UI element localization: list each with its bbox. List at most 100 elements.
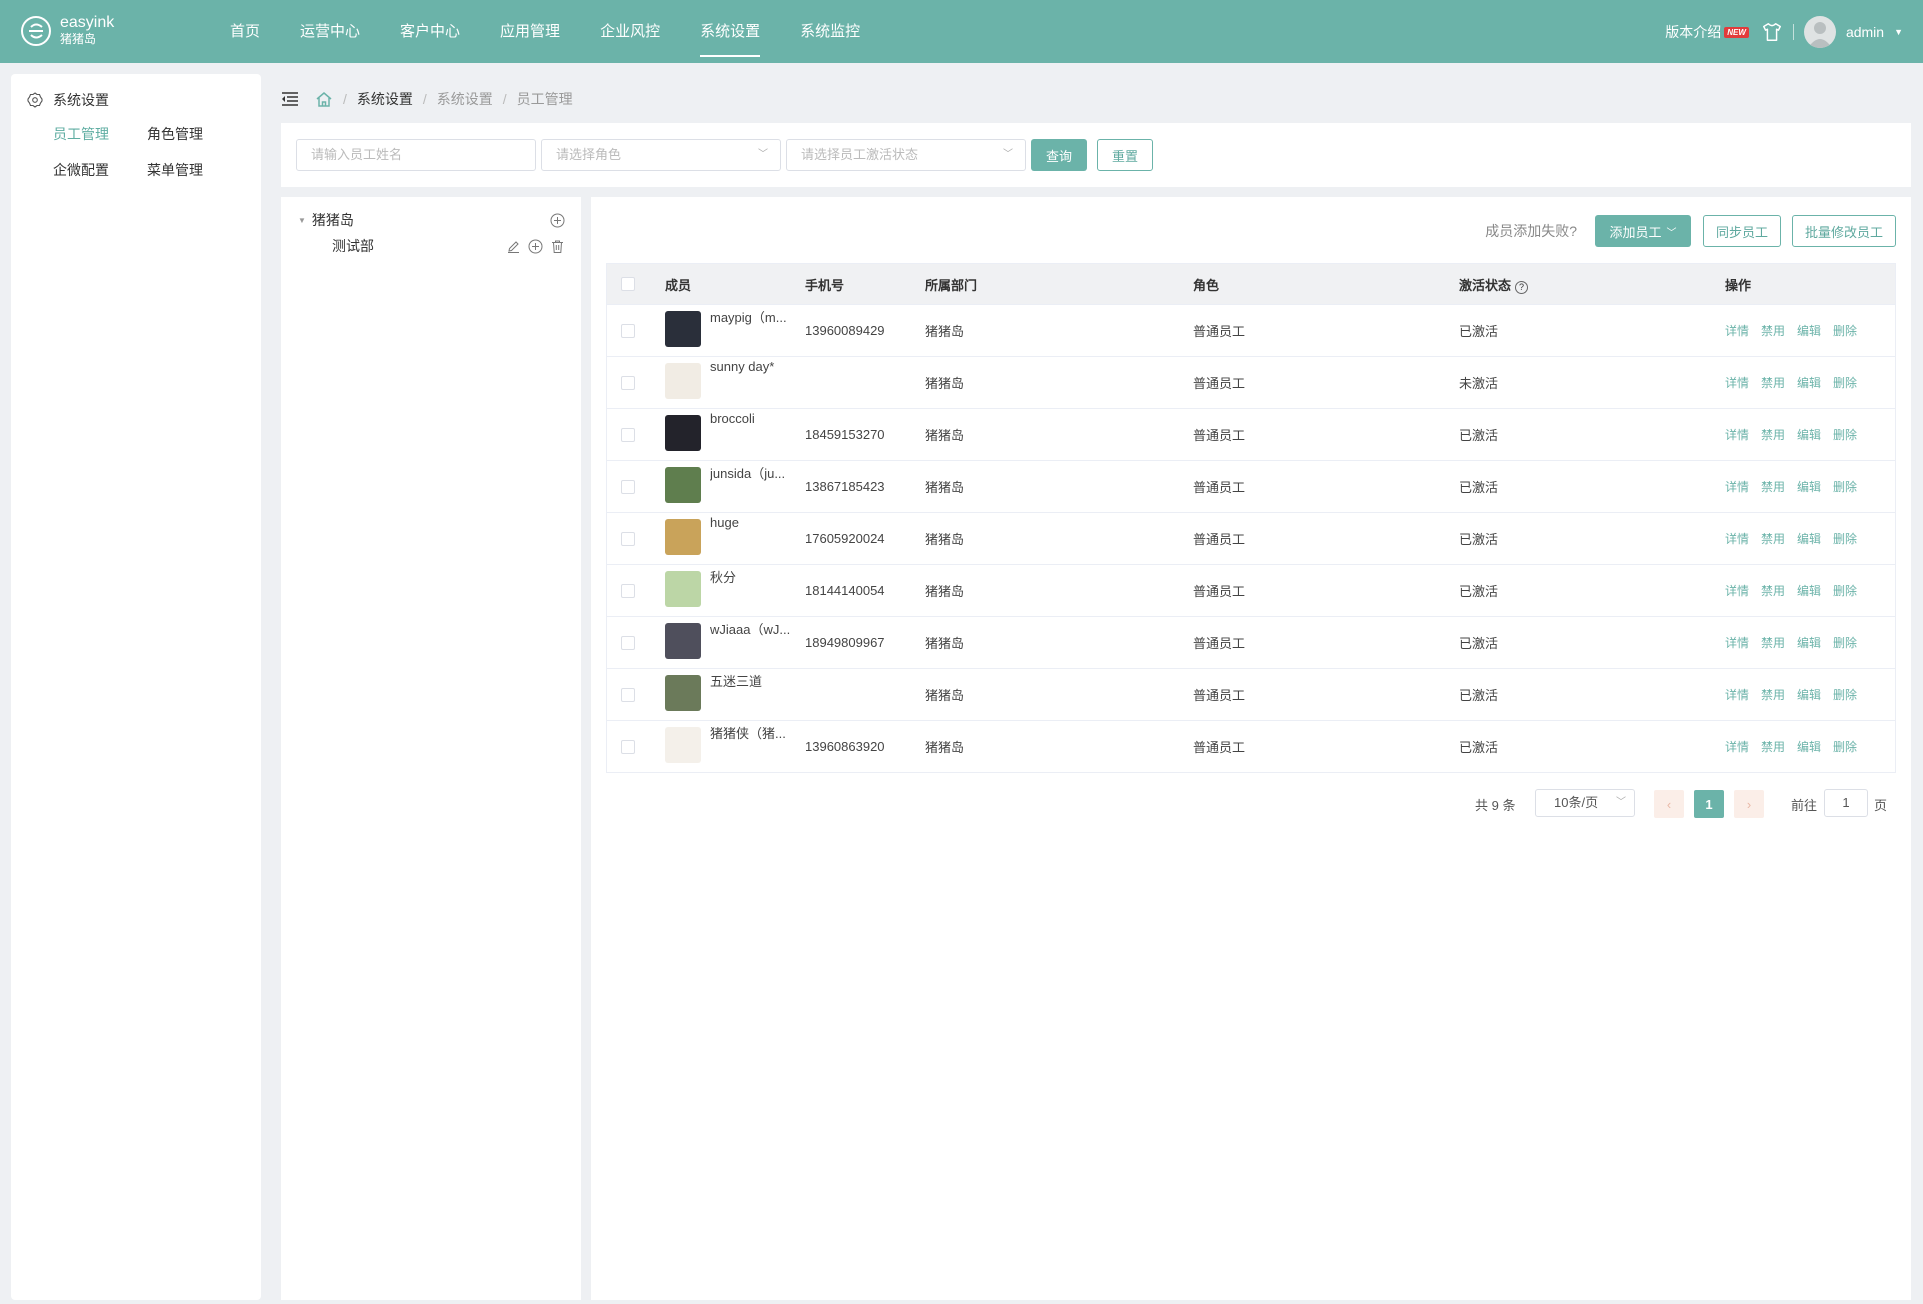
tree-node-label: 猪猪岛 [311, 212, 354, 228]
delete-link[interactable]: 删除 [1833, 374, 1857, 391]
user-avatar[interactable] [1803, 15, 1836, 48]
detail-link[interactable]: 详情 [1725, 530, 1749, 547]
sidebar-section-title[interactable]: 系统设置 [27, 90, 109, 110]
add-staff-button[interactable]: 添加员工 ﹀ [1595, 215, 1691, 247]
disable-link[interactable]: 禁用 [1761, 426, 1785, 443]
detail-link[interactable]: 详情 [1725, 738, 1749, 755]
row-checkbox[interactable] [621, 583, 635, 598]
role-select[interactable]: 请选择角色 ﹀ [541, 139, 781, 171]
breadcrumb-item[interactable]: 系统设置 [357, 89, 413, 109]
sidebar-item-staff[interactable]: 员工管理 [53, 124, 147, 144]
add-staff-label: 添加员工 [1609, 224, 1662, 240]
select-all-checkbox[interactable] [621, 277, 635, 291]
delete-link[interactable]: 删除 [1833, 738, 1857, 755]
theme-shirt-icon[interactable] [1761, 21, 1783, 43]
batch-edit-staff-button[interactable]: 批量修改员工 [1792, 215, 1896, 247]
add-failed-help-link[interactable]: 成员添加失败? [1485, 221, 1577, 241]
nav-apps[interactable]: 应用管理 [500, 0, 560, 63]
prev-page-button[interactable]: ‹ [1654, 790, 1684, 818]
role-cell: 普通员工 [1193, 740, 1246, 755]
nav-monitor[interactable]: 系统监控 [800, 0, 860, 63]
row-checkbox[interactable] [621, 739, 635, 754]
member-name: huge [710, 514, 739, 530]
sync-staff-button[interactable]: 同步员工 [1703, 215, 1781, 247]
row-checkbox[interactable] [621, 479, 635, 494]
edit-link[interactable]: 编辑 [1797, 582, 1821, 599]
detail-link[interactable]: 详情 [1725, 478, 1749, 495]
delete-link[interactable]: 删除 [1833, 322, 1857, 339]
status-cell: 已激活 [1459, 584, 1499, 599]
row-checkbox[interactable] [621, 323, 635, 338]
tree-node-root[interactable]: ▼ 猪猪岛 [281, 208, 581, 232]
nav-home[interactable]: 首页 [230, 0, 260, 63]
delete-link[interactable]: 删除 [1833, 478, 1857, 495]
edit-link[interactable]: 编辑 [1797, 322, 1821, 339]
logo[interactable]: easyink 猪猪岛 [20, 12, 114, 50]
detail-link[interactable]: 详情 [1725, 686, 1749, 703]
phone-cell: 13960089429 [805, 323, 885, 338]
row-checkbox[interactable] [621, 375, 635, 390]
disable-link[interactable]: 禁用 [1761, 322, 1785, 339]
nav-operations[interactable]: 运营中心 [300, 0, 360, 63]
disable-link[interactable]: 禁用 [1761, 634, 1785, 651]
collapse-menu-icon[interactable] [281, 91, 299, 107]
row-checkbox[interactable] [621, 635, 635, 650]
next-page-button[interactable]: › [1734, 790, 1764, 818]
disable-link[interactable]: 禁用 [1761, 738, 1785, 755]
delete-link[interactable]: 删除 [1833, 426, 1857, 443]
edit-link[interactable]: 编辑 [1797, 478, 1821, 495]
disable-link[interactable]: 禁用 [1761, 478, 1785, 495]
edit-link[interactable]: 编辑 [1797, 426, 1821, 443]
tree-node-child[interactable]: 测试部 [281, 234, 581, 258]
chevron-down-icon: ﹀ [1666, 227, 1677, 239]
caret-down-icon[interactable]: ▼ [1894, 27, 1903, 37]
tree-node-label: 测试部 [332, 238, 374, 254]
activation-status-select[interactable]: 请选择员工激活状态 ﹀ [786, 139, 1026, 171]
breadcrumb-item[interactable]: 系统设置 [437, 89, 493, 109]
caret-down-icon[interactable]: ▼ [298, 216, 306, 225]
sidebar-item-roles[interactable]: 角色管理 [147, 124, 241, 144]
disable-link[interactable]: 禁用 [1761, 686, 1785, 703]
nav-settings[interactable]: 系统设置 [700, 0, 761, 63]
row-checkbox[interactable] [621, 531, 635, 546]
detail-link[interactable]: 详情 [1725, 426, 1749, 443]
detail-link[interactable]: 详情 [1725, 582, 1749, 599]
row-checkbox[interactable] [621, 427, 635, 442]
nav-risk[interactable]: 企业风控 [600, 0, 660, 63]
detail-link[interactable]: 详情 [1725, 634, 1749, 651]
edit-link[interactable]: 编辑 [1797, 686, 1821, 703]
nav-customers[interactable]: 客户中心 [400, 0, 460, 63]
page-number-current[interactable]: 1 [1694, 790, 1724, 818]
delete-link[interactable]: 删除 [1833, 582, 1857, 599]
disable-link[interactable]: 禁用 [1761, 582, 1785, 599]
edit-link[interactable]: 编辑 [1797, 530, 1821, 547]
edit-icon[interactable] [506, 239, 521, 254]
reset-button[interactable]: 重置 [1097, 139, 1153, 171]
add-circle-icon[interactable] [528, 239, 543, 254]
disable-link[interactable]: 禁用 [1761, 530, 1785, 547]
delete-link[interactable]: 删除 [1833, 530, 1857, 547]
row-checkbox[interactable] [621, 687, 635, 702]
delete-icon[interactable] [550, 239, 565, 254]
goto-page-input[interactable]: 1 [1824, 789, 1868, 817]
add-circle-icon[interactable] [550, 213, 565, 228]
page-size-select[interactable]: 10条/页 ﹀ [1535, 789, 1635, 817]
version-intro-link[interactable]: 版本介绍 NEW [1665, 22, 1749, 42]
detail-link[interactable]: 详情 [1725, 322, 1749, 339]
user-icon [1807, 21, 1832, 48]
edit-link[interactable]: 编辑 [1797, 738, 1821, 755]
staff-name-input[interactable]: 请输入员工姓名 [296, 139, 536, 171]
home-icon[interactable] [315, 91, 333, 107]
sidebar-item-wecom-config[interactable]: 企微配置 [53, 160, 147, 180]
query-button[interactable]: 查询 [1031, 139, 1087, 171]
edit-link[interactable]: 编辑 [1797, 374, 1821, 391]
disable-link[interactable]: 禁用 [1761, 374, 1785, 391]
delete-link[interactable]: 删除 [1833, 686, 1857, 703]
user-name[interactable]: admin [1846, 24, 1884, 40]
edit-link[interactable]: 编辑 [1797, 634, 1821, 651]
status-cell: 已激活 [1459, 532, 1499, 547]
detail-link[interactable]: 详情 [1725, 374, 1749, 391]
sidebar-item-menus[interactable]: 菜单管理 [147, 160, 241, 180]
help-icon[interactable]: ? [1515, 280, 1529, 294]
delete-link[interactable]: 删除 [1833, 634, 1857, 651]
